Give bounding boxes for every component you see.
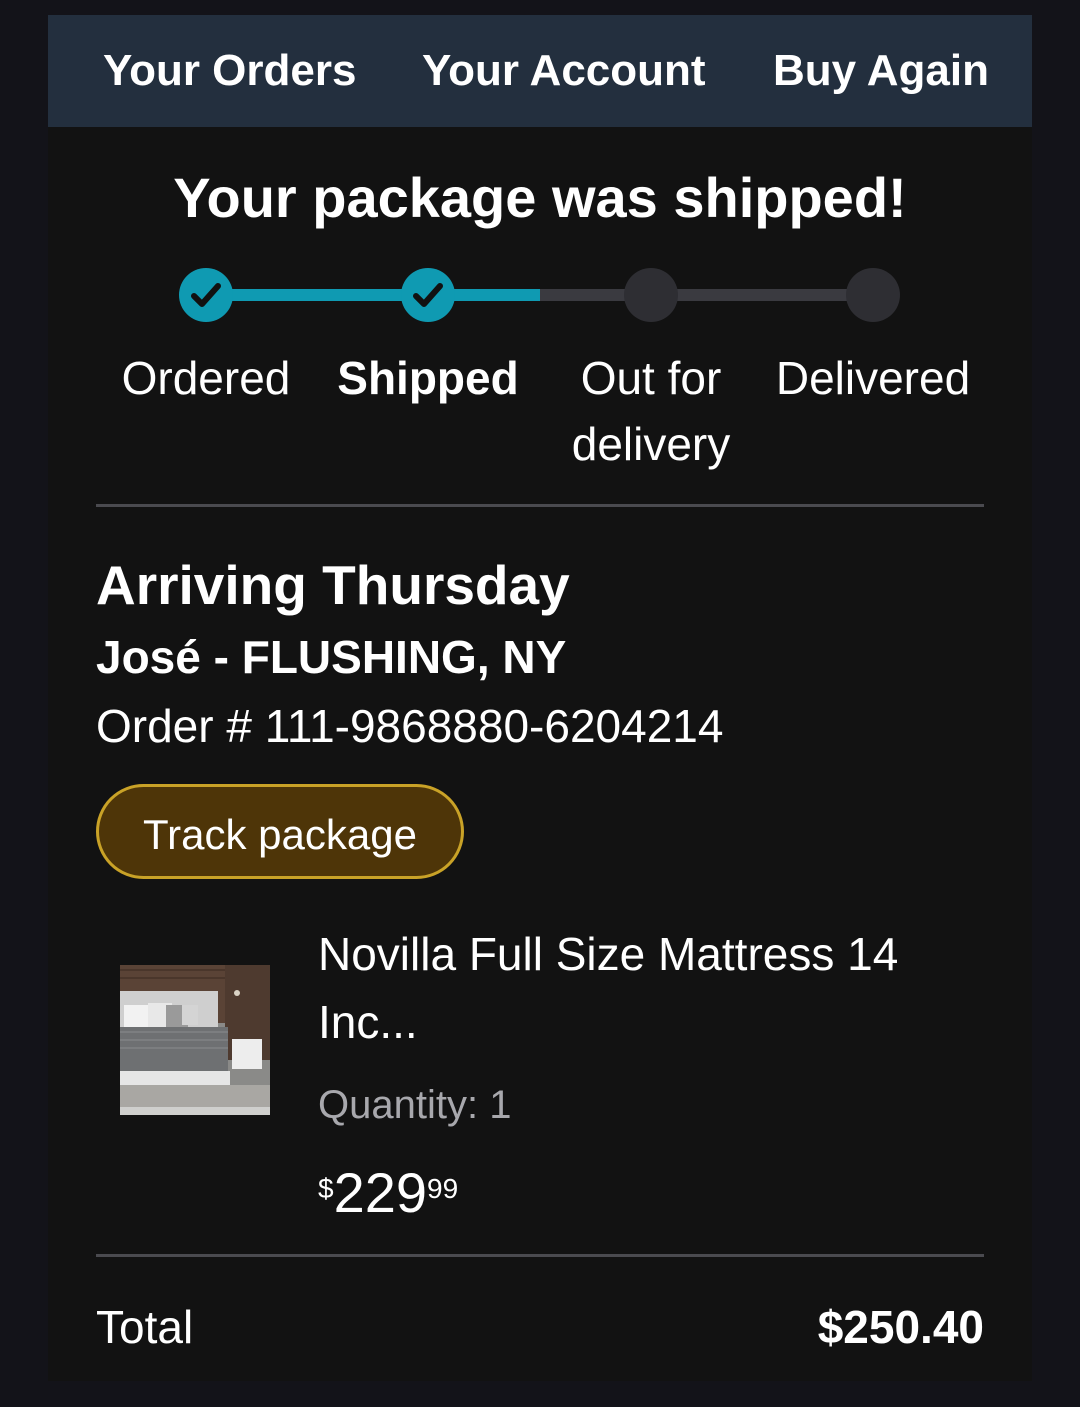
- step-label-out-for-delivery-line1: Out for: [580, 352, 722, 404]
- price-fraction: 99: [427, 1173, 459, 1204]
- nav-your-orders[interactable]: Your Orders: [103, 15, 356, 127]
- top-nav: Your Orders Your Account Buy Again: [48, 15, 1032, 127]
- total-value: $250.40: [817, 1301, 984, 1353]
- mattress-photo-icon[interactable]: [120, 965, 270, 1115]
- track-package-button[interactable]: Track package: [96, 784, 464, 879]
- step-label-ordered: Ordered: [96, 345, 316, 411]
- step-delivered-dot: [846, 268, 900, 322]
- divider-top: [96, 504, 984, 507]
- step-label-ordered-text: Ordered: [121, 352, 291, 404]
- step-label-shipped-text: Shipped: [337, 352, 519, 404]
- step-label-delivered-text: Delivered: [775, 352, 971, 404]
- order-card: Your Orders Your Account Buy Again Your …: [48, 15, 1032, 1381]
- shipment-status-heading: Your package was shipped!: [173, 166, 907, 229]
- nav-buy-again[interactable]: Buy Again: [773, 15, 989, 127]
- shipment-progress-tracker: [48, 260, 1032, 330]
- progress-line-complete: [206, 289, 540, 301]
- item-price: $22999: [318, 1163, 458, 1238]
- price-currency: $: [318, 1173, 334, 1204]
- item-quantity: Quantity: 1: [318, 1083, 512, 1127]
- order-number: Order # 111-9868880-6204214: [96, 700, 724, 752]
- step-label-shipped: Shipped: [318, 345, 538, 411]
- step-label-out-for-delivery: Out for delivery: [541, 345, 761, 477]
- total-label: Total: [96, 1301, 194, 1353]
- step-out-for-delivery-dot: [624, 268, 678, 322]
- step-label-delivered: Delivered: [763, 345, 983, 411]
- step-shipped-check-icon: [401, 268, 455, 322]
- recipient-location: José - FLUSHING, NY: [96, 631, 567, 683]
- progress-line-remaining: [540, 289, 870, 301]
- price-whole: 229: [333, 1161, 428, 1224]
- step-ordered-check-icon: [179, 268, 233, 322]
- nav-your-account[interactable]: Your Account: [422, 15, 706, 127]
- step-label-out-for-delivery-line2: delivery: [571, 418, 731, 470]
- item-title-link[interactable]: Novilla Full Size Mattress 14 Inc...: [318, 920, 968, 1056]
- divider-bottom: [96, 1254, 984, 1257]
- arrival-heading: Arriving Thursday: [96, 554, 570, 616]
